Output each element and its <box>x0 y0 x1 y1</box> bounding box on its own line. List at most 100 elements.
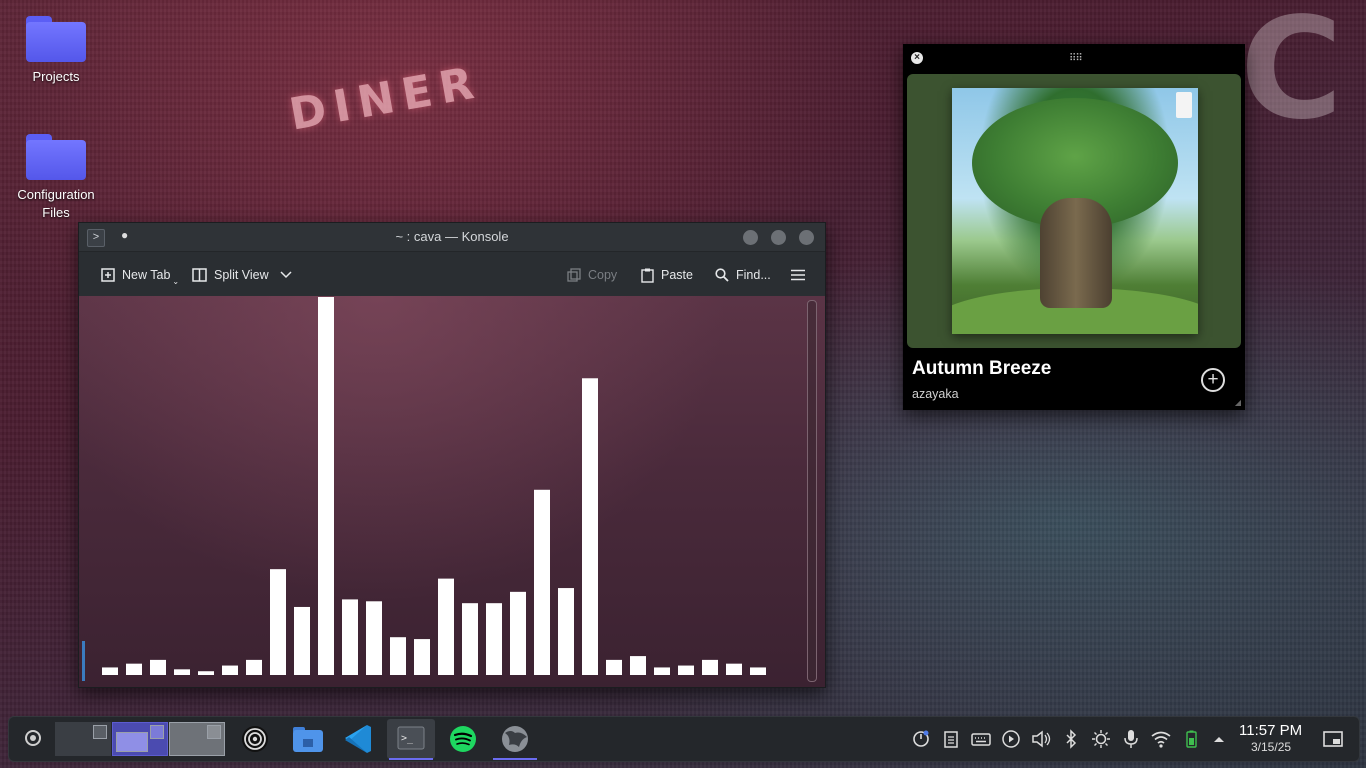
minimize-button[interactable] <box>743 230 758 245</box>
split-view-button[interactable]: Split View <box>192 266 292 284</box>
desktop-icon-projects[interactable]: Projects <box>8 16 104 86</box>
cava-bar <box>102 667 118 675</box>
split-view-label: Split View <box>214 268 269 282</box>
cava-bar <box>438 578 454 675</box>
konsole-icon: >_ <box>397 726 425 750</box>
task-vscode[interactable] <box>335 719 383 759</box>
find-label: Find... <box>736 268 771 282</box>
paste-label: Paste <box>661 268 693 282</box>
new-tab-label: New Tab <box>122 268 171 282</box>
task-konsole[interactable]: >_ <box>387 719 435 760</box>
hamburger-menu-icon <box>791 269 805 281</box>
cava-bar <box>318 297 334 675</box>
window-title: ~ : cava — Konsole <box>395 229 509 244</box>
cava-bar <box>150 659 166 675</box>
find-button[interactable]: Find... <box>715 266 771 284</box>
cava-bar <box>726 663 742 675</box>
cava-bar <box>630 656 646 675</box>
desktop: { "desktop": { "icons": [ {"label": "Pro… <box>0 0 1366 768</box>
pager-desktop-2[interactable] <box>112 722 168 756</box>
task-browser[interactable] <box>491 719 539 760</box>
album-art-card <box>907 74 1241 348</box>
media-player-popup: × ⠿⠿ Autumn Breeze azayaka + ◢ <box>903 44 1245 410</box>
cava-bar <box>390 637 406 675</box>
add-icon[interactable]: + <box>1201 368 1225 392</box>
tray-expand-icon[interactable] <box>1209 729 1229 749</box>
cava-bar <box>294 606 310 675</box>
pager-desktop-3[interactable] <box>169 722 225 756</box>
volume-icon[interactable] <box>1031 729 1051 749</box>
keyboard-icon[interactable] <box>971 729 991 749</box>
cava-bar <box>606 659 622 675</box>
art-tree-trunk <box>1040 198 1112 308</box>
desktop-icon-label: Projects <box>32 69 80 84</box>
cava-bar <box>702 659 718 675</box>
clipboard-icon[interactable] <box>941 729 961 749</box>
task-obs[interactable] <box>231 719 279 759</box>
clock-date[interactable]: 3/15/25 <box>1251 740 1291 754</box>
wifi-icon[interactable] <box>1151 729 1171 749</box>
media-play-icon[interactable] <box>1001 729 1021 749</box>
resize-grip-icon[interactable]: ◢ <box>1235 398 1241 407</box>
close-button[interactable] <box>799 230 814 245</box>
cava-bars <box>102 297 766 675</box>
brightness-icon[interactable] <box>1091 729 1111 749</box>
microphone-icon[interactable] <box>1121 729 1141 749</box>
close-icon[interactable]: × <box>911 52 923 64</box>
terminal-scrollbar[interactable] <box>807 300 817 682</box>
cava-bar <box>342 599 358 675</box>
new-tab-icon <box>101 268 115 282</box>
battery-icon[interactable] <box>1181 729 1201 749</box>
folder-icon <box>26 16 86 62</box>
window-titlebar[interactable]: > ● ~ : cava — Konsole <box>79 223 825 252</box>
app-launcher-icon[interactable] <box>25 730 41 746</box>
terminal-marker <box>82 641 85 681</box>
copy-icon <box>567 268 581 282</box>
clock-time[interactable]: 11:57 PM <box>1239 722 1302 739</box>
show-desktop-icon[interactable] <box>1323 729 1343 749</box>
cava-bar <box>678 665 694 675</box>
cava-bar <box>270 569 286 675</box>
cava-bar <box>654 667 670 675</box>
album-art-image[interactable] <box>952 88 1198 334</box>
terminal-cava-visualizer[interactable] <box>79 296 825 687</box>
svg-text:>_: >_ <box>401 733 414 744</box>
new-tab-dropdown-icon[interactable]: ⌄ <box>172 277 179 286</box>
folder-icon <box>26 134 86 180</box>
paste-icon <box>641 268 654 283</box>
cava-bar <box>198 671 214 675</box>
maximize-button[interactable] <box>771 230 786 245</box>
bluetooth-icon[interactable] <box>1061 729 1081 749</box>
obs-icon <box>242 726 268 752</box>
konsole-toolbar: New Tab ⌄ Split View Copy Paste Find... <box>79 252 825 297</box>
task-file-manager[interactable] <box>283 719 331 759</box>
search-icon <box>715 268 729 282</box>
cava-bar <box>558 588 574 675</box>
taskbar: >_ 11:57 PM 3/15/25 <box>8 716 1360 762</box>
file-manager-icon <box>293 727 323 752</box>
hamburger-menu-button[interactable] <box>791 266 805 284</box>
cava-bar <box>366 601 382 675</box>
drag-handle-icon[interactable]: ⠿⠿ <box>1069 53 1083 64</box>
cava-bar <box>486 603 502 675</box>
active-task-indicator <box>493 758 537 760</box>
cava-bar <box>462 603 478 675</box>
wallpaper-c-sign: C <box>1240 0 1343 151</box>
cava-bar <box>414 639 430 675</box>
updates-icon[interactable] <box>911 729 931 749</box>
track-artist: azayaka <box>912 387 959 401</box>
task-spotify[interactable] <box>439 719 487 759</box>
art-label-badge <box>1176 92 1192 118</box>
chevron-down-icon[interactable] <box>280 271 292 279</box>
track-title: Autumn Breeze <box>912 358 1052 379</box>
copy-button[interactable]: Copy <box>567 266 617 284</box>
cava-bar <box>534 489 550 675</box>
pager-desktop-1[interactable] <box>55 722 111 756</box>
cava-bar <box>126 663 142 675</box>
wallpaper-diner-sign: DINER <box>285 56 486 141</box>
vscode-icon <box>345 725 371 753</box>
active-task-indicator <box>389 758 433 760</box>
desktop-icon-configuration-files[interactable]: Configuration Files <box>8 134 104 222</box>
paste-button[interactable]: Paste <box>641 266 693 284</box>
new-tab-button[interactable]: New Tab ⌄ <box>101 266 179 286</box>
